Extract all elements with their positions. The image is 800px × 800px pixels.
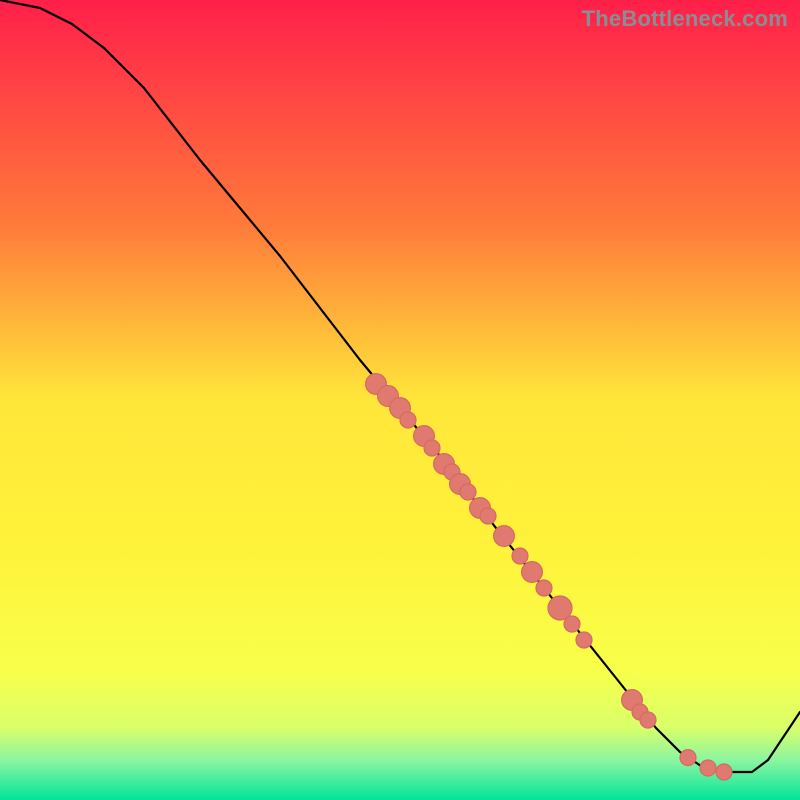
- chart-marker: [400, 412, 416, 428]
- chart-marker: [680, 750, 696, 766]
- chart-container: TheBottleneck.com: [0, 0, 800, 800]
- chart-marker: [424, 440, 440, 456]
- attribution-text: TheBottleneck.com: [582, 6, 788, 32]
- chart-marker: [564, 616, 580, 632]
- chart-marker: [494, 526, 515, 547]
- chart-marker: [576, 632, 592, 648]
- chart-marker: [480, 508, 496, 524]
- chart-marker: [522, 562, 543, 583]
- chart-marker: [512, 548, 528, 564]
- chart-marker: [536, 580, 552, 596]
- chart-marker: [460, 484, 476, 500]
- chart-marker: [700, 760, 716, 776]
- bottleneck-chart: [0, 0, 800, 800]
- chart-marker: [640, 712, 656, 728]
- chart-marker: [716, 764, 732, 780]
